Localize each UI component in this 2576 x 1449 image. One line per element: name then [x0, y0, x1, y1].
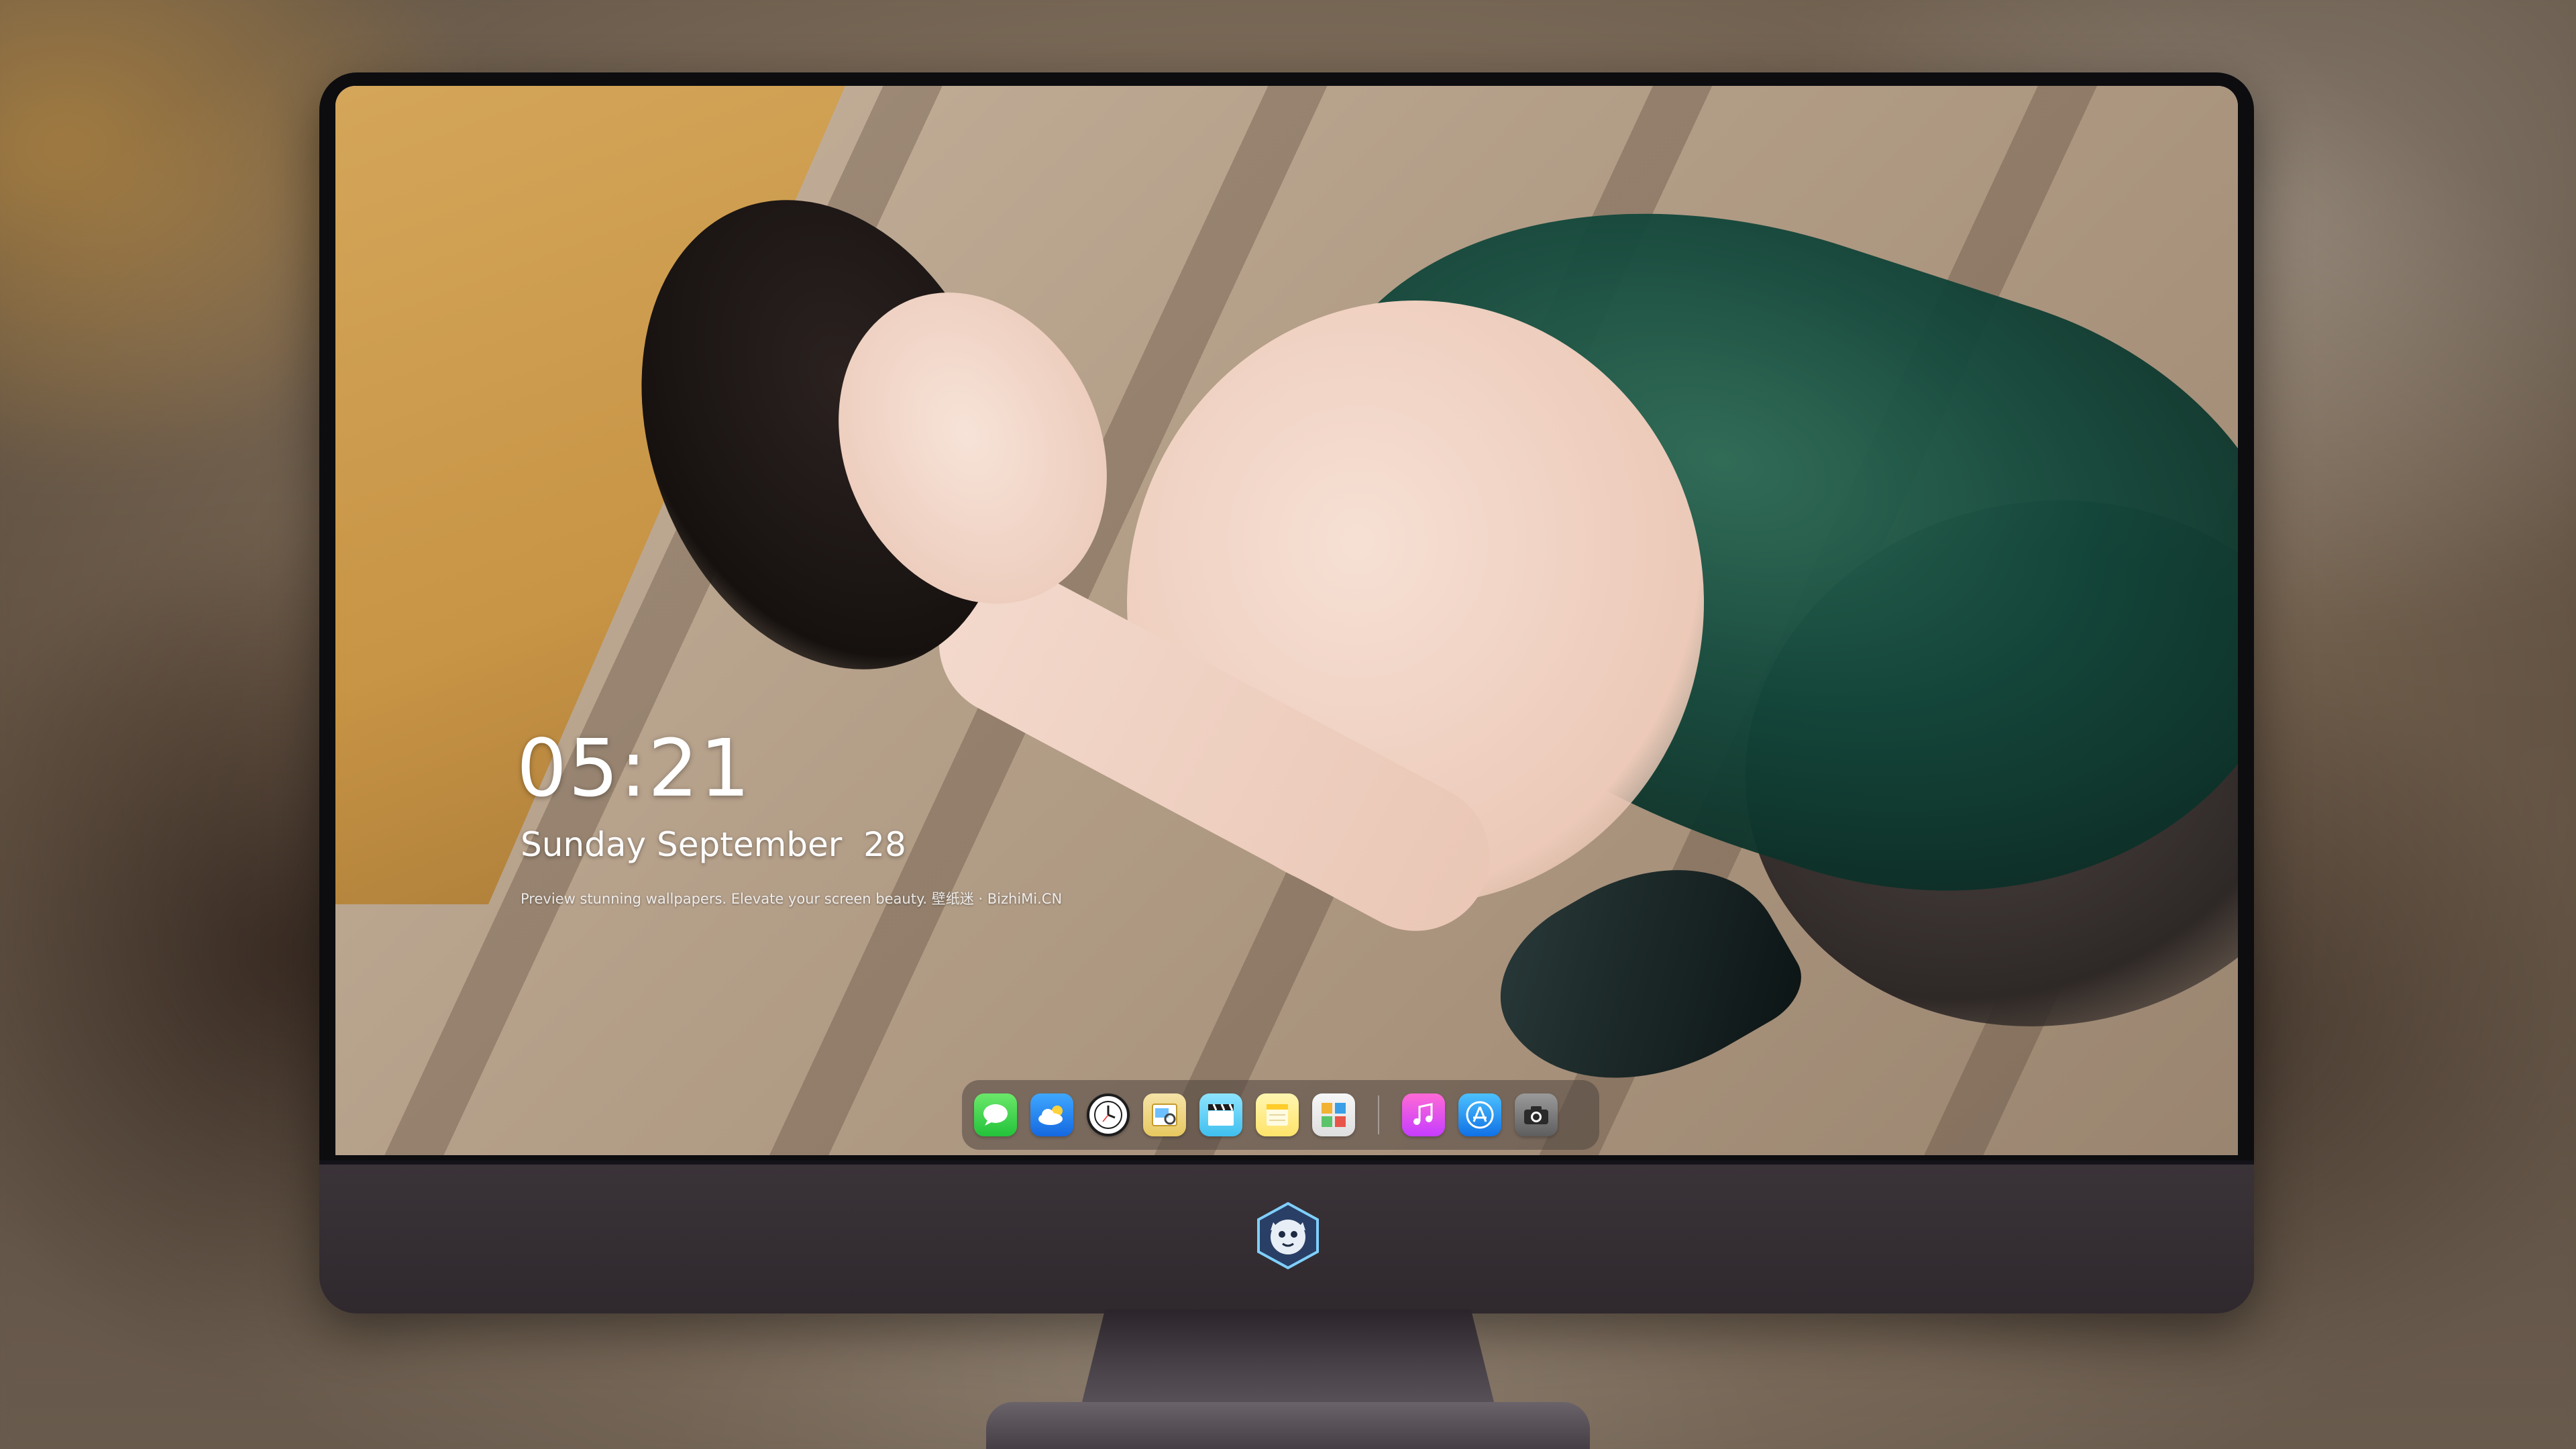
music-note-icon[interactable] [1402, 1093, 1445, 1136]
dock-divider [1378, 1095, 1379, 1134]
photos-glyph [1322, 1103, 1346, 1127]
camera-icon[interactable] [1515, 1093, 1558, 1136]
tiger-mascot-logo [1257, 1201, 1319, 1270]
preview-icon[interactable] [1143, 1093, 1186, 1136]
clock-icon[interactable] [1087, 1093, 1130, 1136]
monitor-stand-base [986, 1402, 1590, 1449]
photos-icon[interactable] [1312, 1093, 1355, 1136]
dock [962, 1080, 1599, 1150]
preview-glyph [1152, 1104, 1177, 1126]
clapperboard-glyph [1208, 1104, 1234, 1126]
notes-glyph [1267, 1104, 1288, 1126]
cloud-glyph [1038, 1106, 1063, 1125]
app-store-glyph [1466, 1101, 1494, 1129]
camera-glyph [1524, 1106, 1548, 1124]
lock-screen-date: Sunday September 28 [521, 825, 906, 864]
wallpaper-tagline: Preview stunning wallpapers. Elevate you… [521, 891, 1063, 907]
music-note-glyph [1413, 1103, 1433, 1125]
monitor-screen: 05:21 Sunday September 28 Preview stunni… [335, 86, 2238, 1155]
app-store-icon[interactable] [1458, 1093, 1501, 1136]
notes-icon[interactable] [1256, 1093, 1299, 1136]
weather-icon[interactable] [1030, 1093, 1073, 1136]
desktop-scene: 05:21 Sunday September 28 Preview stunni… [0, 0, 2576, 1449]
monitor-stand-neck [1080, 1309, 1496, 1410]
lock-screen-clock: 05:21 [517, 722, 752, 814]
clock-face-glyph [1094, 1101, 1122, 1129]
speech-bubble-glyph [983, 1104, 1008, 1126]
clapperboard-icon[interactable] [1199, 1093, 1242, 1136]
messages-icon[interactable] [974, 1093, 1017, 1136]
